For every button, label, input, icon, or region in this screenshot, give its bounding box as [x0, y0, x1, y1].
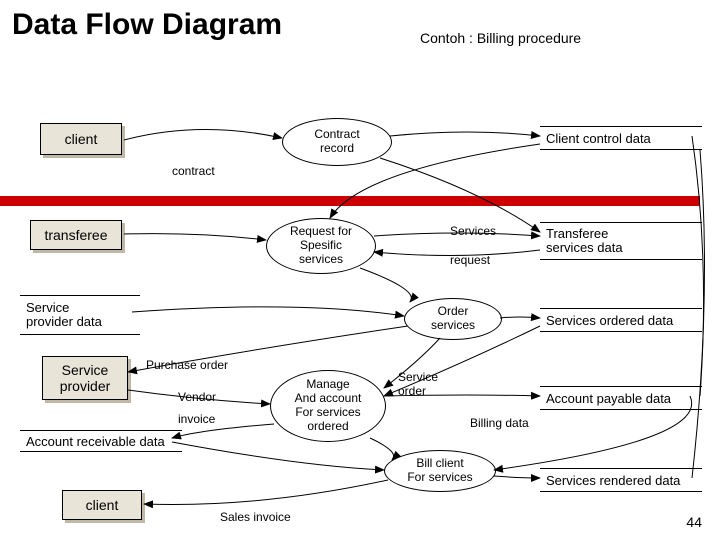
label-service-order: Service order [398, 370, 438, 398]
datastore-account-payable: Account payable data [540, 386, 702, 410]
label-sales-invoice: Sales invoice [220, 510, 291, 524]
label-billing-data: Billing data [470, 416, 529, 430]
datastore-services-rendered: Services rendered data [540, 468, 702, 492]
label-vendor: Vendor [178, 390, 216, 404]
label-services: Services [450, 224, 496, 238]
separator-bar [0, 196, 700, 206]
datastore-client-control: Client control data [540, 126, 702, 150]
datastore-services-ordered: Services ordered data [540, 308, 702, 332]
process-contract-record: Contract record [282, 118, 392, 166]
diagram-subtitle: Contoh : Billing procedure [420, 30, 581, 46]
process-bill-client: Bill client For services [384, 450, 496, 492]
entity-service-provider: Service provider [42, 356, 128, 400]
label-request: request [450, 253, 490, 267]
diagram-title: Data Flow Diagram [12, 8, 282, 42]
entity-transferee: transferee [30, 220, 122, 250]
label-purchase-order: Purchase order [146, 358, 228, 372]
process-request-services: Request for Spesific services [266, 218, 376, 274]
process-manage-account: Manage And account For services ordered [270, 370, 386, 442]
datastore-service-provider-data: Service provider data [20, 295, 140, 335]
label-invoice: invoice [178, 412, 215, 426]
datastore-account-receivable: Account receivable data [20, 430, 182, 452]
page-number: 44 [686, 514, 702, 530]
flow-arrows [0, 0, 720, 540]
entity-client-bottom: client [62, 490, 142, 520]
label-contract: contract [172, 164, 215, 178]
entity-client-top: client [40, 123, 122, 155]
datastore-transferee-services: Transferee services data [540, 222, 702, 260]
process-order-services: Order services [404, 298, 502, 340]
